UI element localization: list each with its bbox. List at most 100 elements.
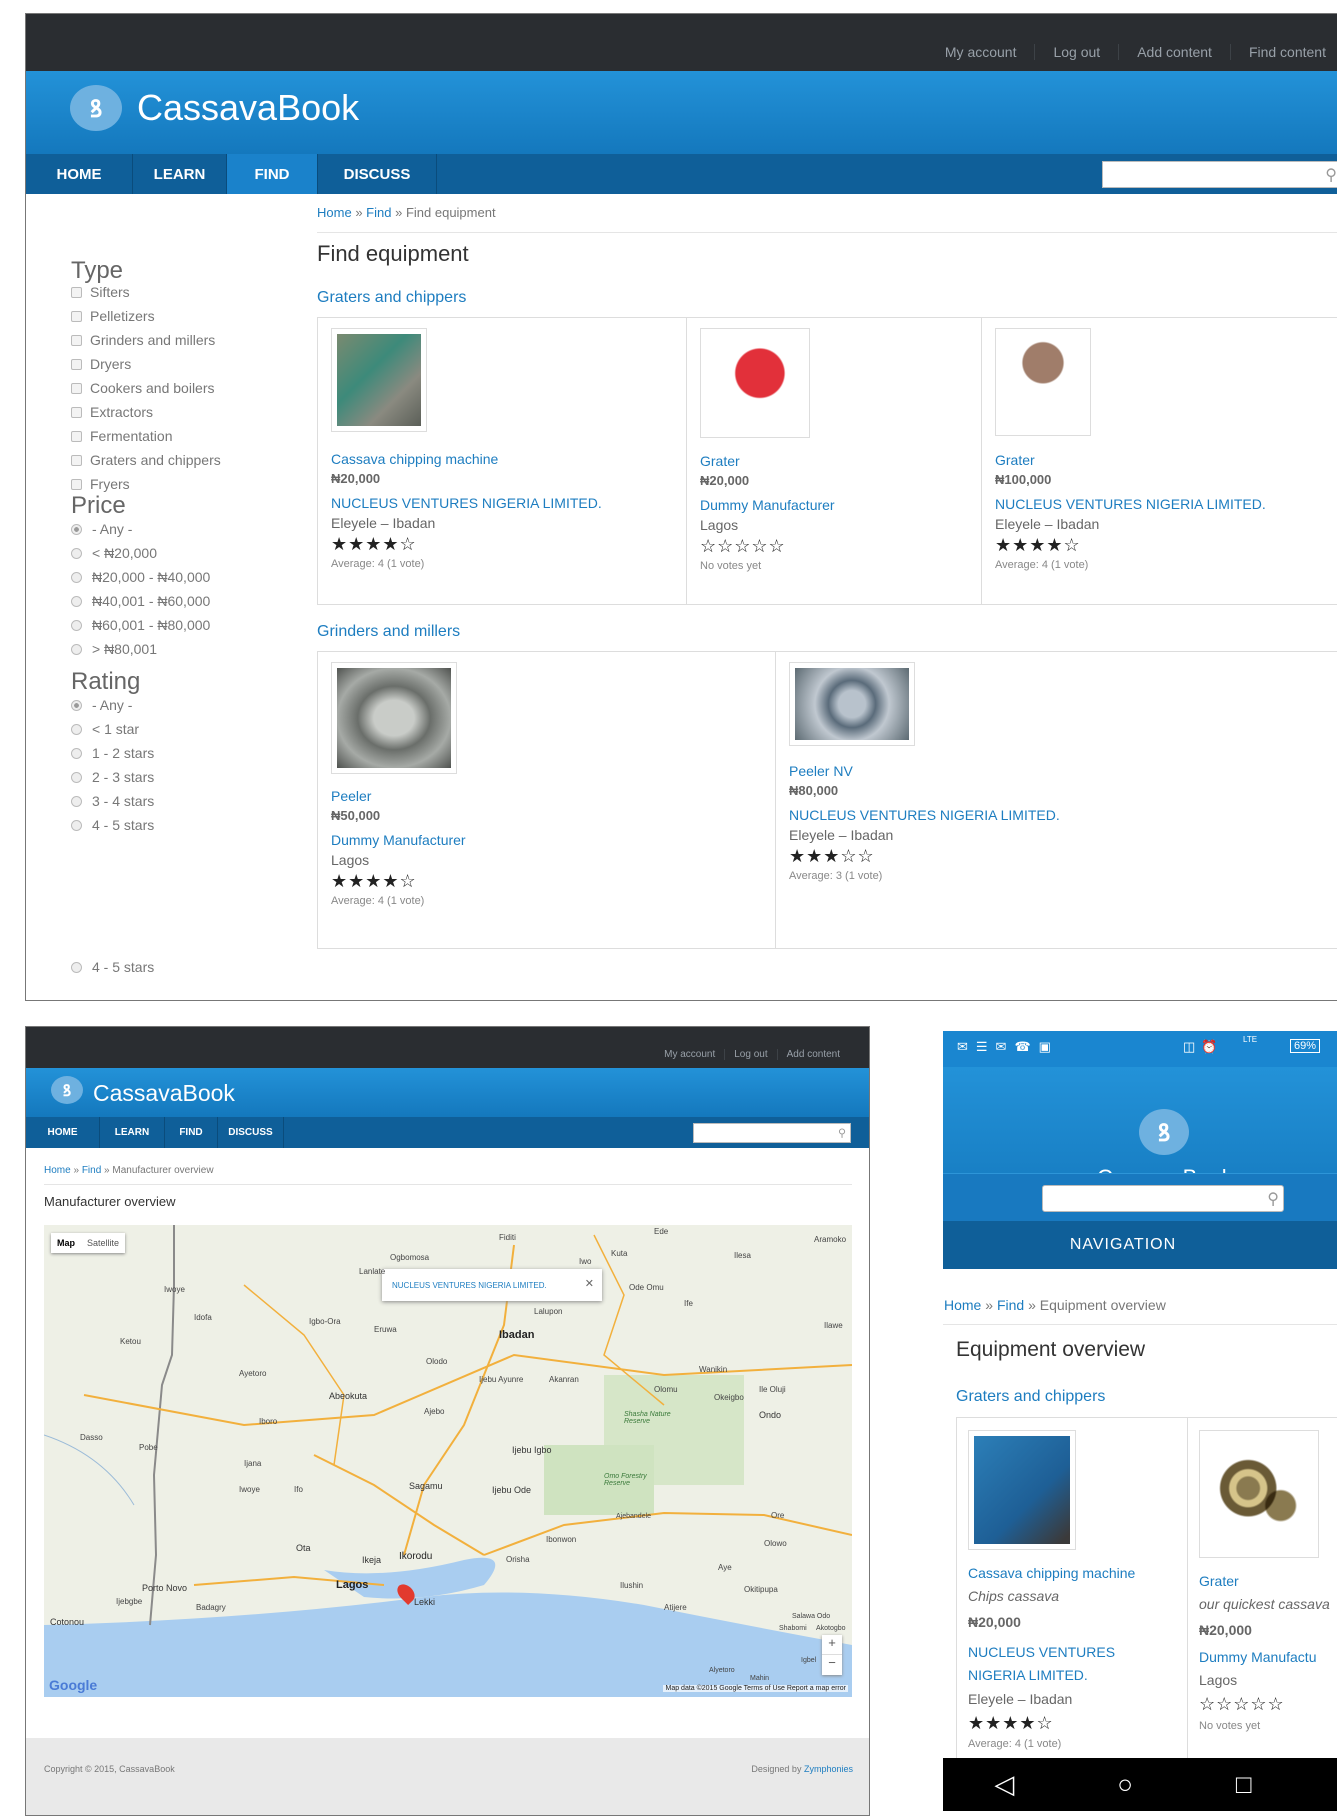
checkbox-icon[interactable] [71,406,82,418]
nav-discuss[interactable]: DISCUSS [318,154,437,194]
radio-icon[interactable] [71,723,82,735]
rating-stars[interactable]: ★★★★☆ [968,1713,1054,1734]
equipment-name[interactable]: Peeler [331,788,371,804]
site-name[interactable]: CassavaBook [93,1080,235,1107]
filter-rating-4[interactable]: 3 - 4 stars [71,793,154,809]
filter-type-fermentation[interactable]: Fermentation [71,428,172,444]
filter-rating-5[interactable]: 4 - 5 stars [71,817,154,833]
equipment-manufacturer[interactable]: NUCLEUS VENTURES NIGERIA LIMITED. [331,495,602,511]
filter-rating-any[interactable]: - Any - [71,697,132,713]
equipment-name[interactable]: Grater [1199,1573,1239,1589]
map[interactable]: Map Satellite NUCLEUS VENTURES NIGERIA L… [44,1225,852,1697]
rating-stars[interactable]: ★★★★☆ [331,534,417,555]
equipment-thumbnail[interactable] [789,662,915,746]
add-content-link[interactable]: Add content [776,1049,849,1060]
rating-stars[interactable]: ☆☆☆☆☆ [700,536,786,557]
nav-learn[interactable]: LEARN [100,1117,165,1148]
section-title-grinders[interactable]: Grinders and millers [317,623,460,641]
filter-rating-5-duplicate[interactable]: 4 - 5 stars [71,959,154,975]
map-info-popup[interactable]: NUCLEUS VENTURES NIGERIA LIMITED. ✕ [382,1269,602,1301]
breadcrumb-find[interactable]: Find [366,205,391,220]
search-input[interactable]: ⚲ [1042,1185,1284,1212]
radio-icon[interactable] [71,961,82,973]
navigation-toggle[interactable]: NAVIGATION [943,1221,1337,1269]
home-button[interactable]: ○ [1117,1769,1133,1800]
breadcrumb-home[interactable]: Home [317,205,352,220]
log-out-link[interactable]: Log out [1034,44,1118,60]
radio-icon[interactable] [71,523,82,535]
logo-icon[interactable]: ꝸ [1139,1109,1189,1155]
filter-rating-1[interactable]: < 1 star [71,721,139,737]
filter-price-any[interactable]: - Any - [71,521,132,537]
equipment-thumbnail[interactable] [331,662,457,774]
equipment-manufacturer[interactable]: NUCLEUS VENTURES NIGERIA LIMITED. [789,807,1060,823]
equipment-manufacturer[interactable]: Dummy Manufacturer [700,497,835,513]
checkbox-icon[interactable] [71,334,82,346]
back-button[interactable]: ◁ [994,1769,1014,1800]
radio-icon[interactable] [71,547,82,559]
radio-icon[interactable] [71,771,82,783]
equipment-name[interactable]: Cassava chipping machine [331,451,498,467]
site-name[interactable]: CassavaBook [137,87,359,129]
recents-button[interactable]: □ [1236,1769,1252,1800]
radio-icon[interactable] [71,643,82,655]
radio-icon[interactable] [71,747,82,759]
nav-discuss[interactable]: DISCUSS [218,1117,284,1148]
radio-icon[interactable] [71,795,82,807]
breadcrumb-home[interactable]: Home [44,1165,71,1176]
checkbox-icon[interactable] [71,310,82,322]
checkbox-icon[interactable] [71,478,82,490]
logo-icon[interactable]: ꝸ [70,85,122,131]
breadcrumb-find[interactable]: Find [82,1165,101,1176]
nav-home[interactable]: HOME [26,1117,100,1148]
breadcrumb-home[interactable]: Home [944,1297,981,1313]
checkbox-icon[interactable] [71,430,82,442]
checkbox-icon[interactable] [71,286,82,298]
satellite-button[interactable]: Satellite [81,1233,125,1253]
filter-rating-3[interactable]: 2 - 3 stars [71,769,154,785]
my-account-link[interactable]: My account [655,1049,724,1060]
filter-price-4[interactable]: ₦60,001 - ₦80,000 [71,617,210,633]
filter-type-graters[interactable]: Graters and chippers [71,452,221,468]
filter-price-5[interactable]: > ₦80,001 [71,641,157,657]
search-icon[interactable]: ⚲ [838,1127,846,1140]
search-input[interactable]: ⚲ [693,1123,851,1143]
rating-stars[interactable]: ★★★★☆ [995,535,1081,556]
equipment-thumbnail[interactable] [995,328,1091,436]
my-account-link[interactable]: My account [927,44,1035,60]
radio-icon[interactable] [71,699,82,711]
equipment-thumbnail[interactable] [968,1430,1076,1550]
zoom-in-button[interactable]: + [822,1635,842,1655]
equipment-manufacturer[interactable]: Dummy Manufacturer [331,832,466,848]
popup-manufacturer-link[interactable]: NUCLEUS VENTURES NIGERIA LIMITED. [392,1281,547,1290]
filter-price-1[interactable]: < ₦20,000 [71,545,157,561]
rating-stars[interactable]: ★★★★☆ [331,871,417,892]
search-input[interactable]: ⚲ [1102,161,1337,188]
section-title-graters[interactable]: Graters and chippers [317,289,466,307]
section-title-graters[interactable]: Graters and chippers [956,1388,1105,1406]
radio-icon[interactable] [71,819,82,831]
nav-home[interactable]: HOME [26,154,133,194]
equipment-manufacturer[interactable]: NUCLEUS VENTURES NIGERIA LIMITED. [968,1641,1158,1687]
add-content-link[interactable]: Add content [1118,44,1230,60]
search-icon[interactable]: ⚲ [1267,1189,1279,1209]
filter-price-2[interactable]: ₦20,000 - ₦40,000 [71,569,210,585]
rating-stars[interactable]: ☆☆☆☆☆ [1199,1694,1285,1715]
radio-icon[interactable] [71,571,82,583]
close-icon[interactable]: ✕ [585,1277,594,1290]
designer-link[interactable]: Zymphonies [804,1764,853,1774]
map-attribution[interactable]: Map data ©2015 Google Terms of Use Repor… [663,1685,848,1692]
log-out-link[interactable]: Log out [724,1049,776,1060]
logo-icon[interactable]: ꝸ [51,1076,83,1104]
equipment-thumbnail[interactable] [1199,1430,1319,1558]
nav-find[interactable]: FIND [227,154,318,194]
equipment-name[interactable]: Grater [700,453,740,469]
equipment-thumbnail[interactable] [331,328,427,432]
equipment-name[interactable]: Grater [995,452,1035,468]
map-button[interactable]: Map [51,1233,81,1253]
nav-find[interactable]: FIND [165,1117,218,1148]
radio-icon[interactable] [71,619,82,631]
filter-type-dryers[interactable]: Dryers [71,356,131,372]
filter-type-fryers[interactable]: Fryers [71,476,130,492]
equipment-manufacturer[interactable]: NUCLEUS VENTURES NIGERIA LIMITED. [995,496,1266,512]
